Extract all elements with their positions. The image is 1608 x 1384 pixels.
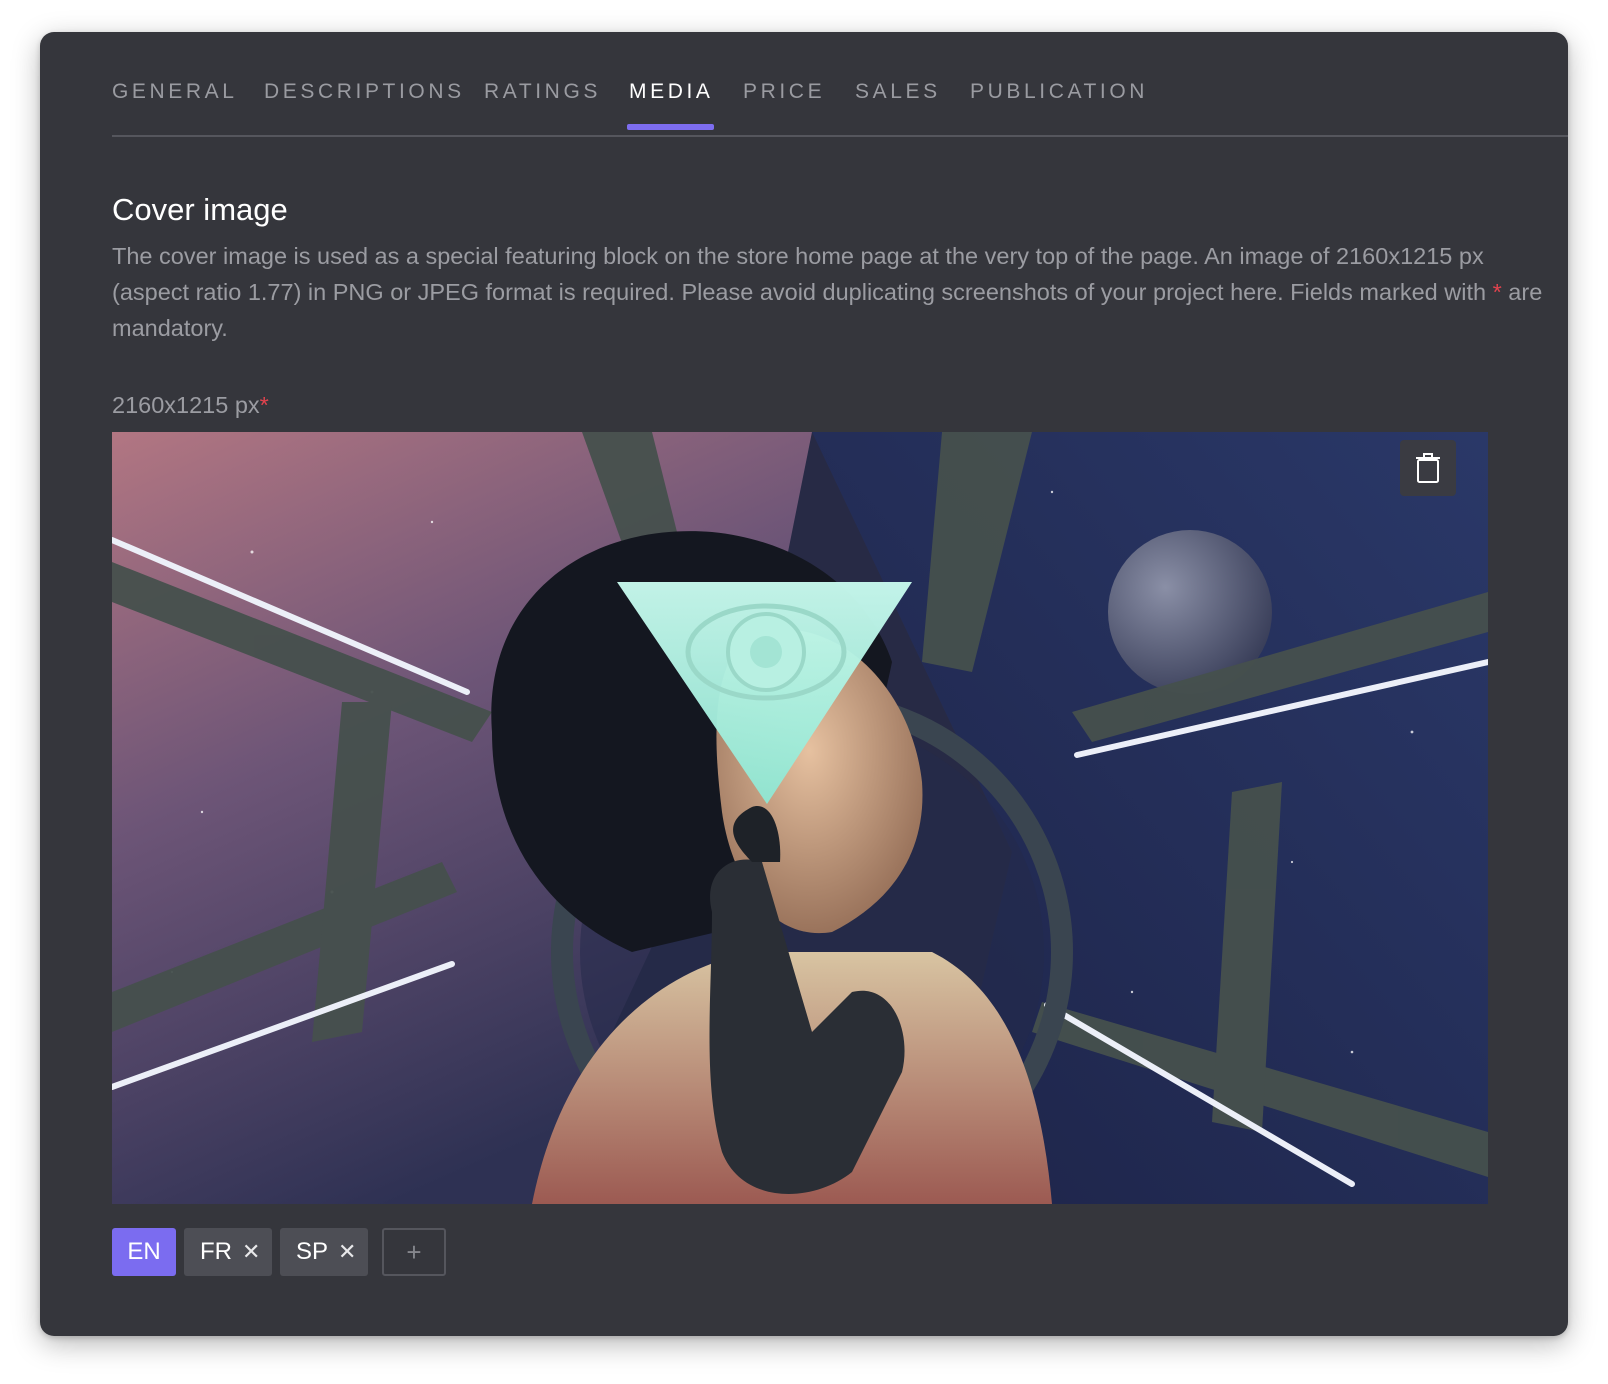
cover-artwork: [112, 432, 1488, 1204]
tab-publication[interactable]: PUBLICATION: [970, 80, 1148, 128]
tab-general[interactable]: GENERAL: [112, 80, 238, 128]
add-language-button[interactable]: +: [382, 1228, 446, 1276]
settings-panel: GENERAL DESCRIPTIONS RATINGS MEDIA PRICE…: [40, 32, 1568, 1336]
required-marker: *: [1492, 279, 1502, 305]
description-text: The cover image is used as a special fea…: [112, 243, 1493, 305]
field-label-text: 2160x1215 px: [112, 392, 260, 418]
language-code: SP: [296, 1238, 329, 1265]
language-code: EN: [127, 1238, 161, 1265]
section-description: The cover image is used as a special fea…: [112, 238, 1552, 346]
tab-bar: GENERAL DESCRIPTIONS RATINGS MEDIA PRICE…: [112, 32, 1568, 137]
section-title: Cover image: [112, 192, 288, 227]
language-tab-en[interactable]: EN: [112, 1228, 176, 1276]
language-code: FR: [200, 1238, 232, 1265]
plus-icon: +: [406, 1236, 422, 1267]
cover-image-preview[interactable]: [112, 432, 1488, 1204]
language-tab-fr[interactable]: FR ✕: [184, 1228, 272, 1276]
required-marker: *: [259, 392, 269, 418]
tab-sales[interactable]: SALES: [855, 80, 941, 128]
remove-language-icon[interactable]: ✕: [338, 1239, 356, 1265]
tab-media[interactable]: MEDIA: [627, 80, 714, 130]
tab-descriptions[interactable]: DESCRIPTIONS: [264, 80, 465, 128]
cover-field-label: 2160x1215 px*: [112, 392, 269, 419]
trash-icon: [1416, 453, 1440, 483]
tab-ratings[interactable]: RATINGS: [484, 80, 601, 128]
language-tab-sp[interactable]: SP ✕: [280, 1228, 368, 1276]
remove-language-icon[interactable]: ✕: [242, 1239, 260, 1265]
tab-price[interactable]: PRICE: [743, 80, 825, 128]
delete-cover-button[interactable]: [1400, 440, 1456, 496]
